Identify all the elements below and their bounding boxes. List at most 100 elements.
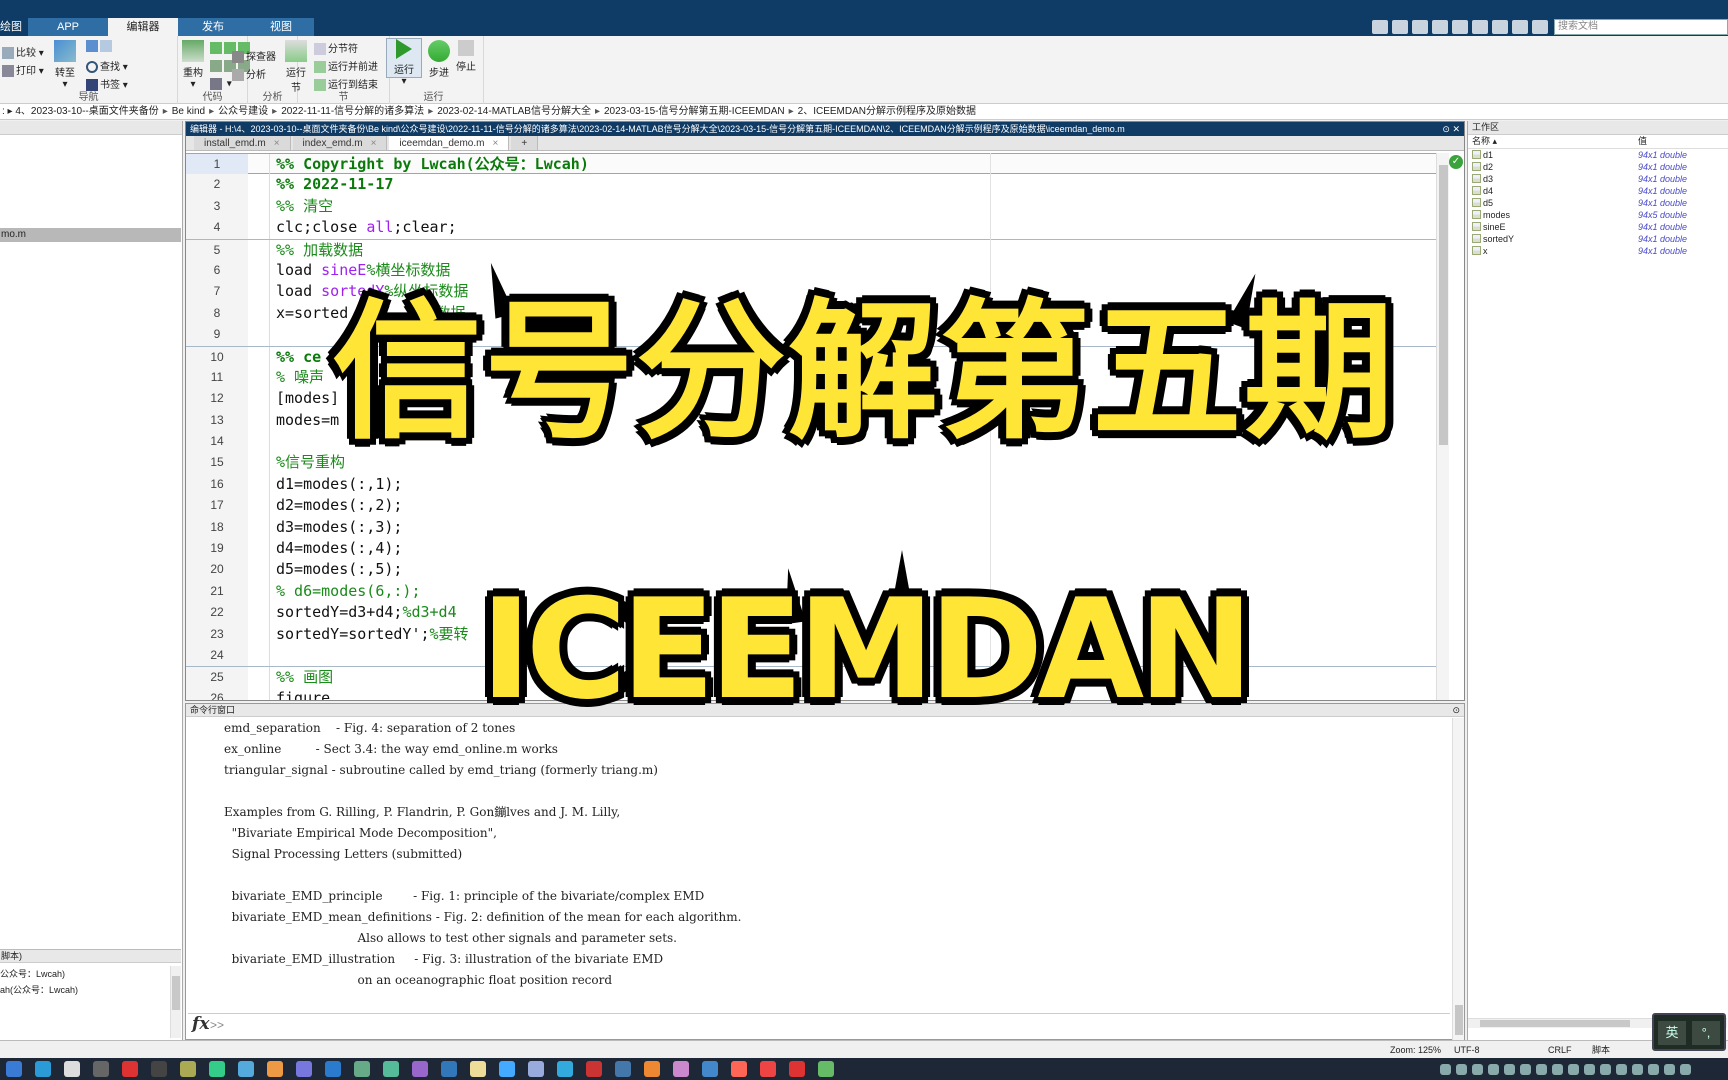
- taskbar-app-icon[interactable]: [673, 1061, 689, 1077]
- back-forward-buttons[interactable]: [86, 40, 114, 52]
- close-icon[interactable]: ×: [371, 138, 377, 149]
- switch-windows-icon[interactable]: [1492, 20, 1508, 34]
- breadcrumb-segment[interactable]: 2022-11-11-信号分解的诸多算法: [281, 106, 424, 117]
- taskbar-app-icon[interactable]: [499, 1061, 515, 1077]
- code-line[interactable]: 18 d3=modes(:,3);: [186, 516, 1448, 539]
- details-header[interactable]: 脚本): [0, 949, 181, 963]
- tab-publish[interactable]: 发布: [178, 18, 248, 36]
- code-folding-gutter[interactable]: [248, 174, 270, 196]
- tab-install-emd[interactable]: install_emd.m ×: [194, 136, 291, 150]
- fx-icon[interactable]: fx: [192, 1014, 209, 1034]
- breadcrumb-segment[interactable]: 公众号建设: [218, 106, 268, 117]
- system-tray-icon[interactable]: [1504, 1064, 1515, 1075]
- code-text[interactable]: %% 2022-11-17: [270, 174, 393, 195]
- code-analyzer-ok-icon[interactable]: ✓: [1449, 155, 1463, 169]
- taskbar-app-icon[interactable]: [122, 1061, 138, 1077]
- code-text[interactable]: %% 清空: [270, 196, 333, 217]
- ime-punctuation-toggle[interactable]: °,: [1692, 1021, 1720, 1045]
- system-tray-icon[interactable]: [1520, 1064, 1531, 1075]
- goto-button[interactable]: 转至 ▾: [54, 40, 76, 90]
- system-tray-icon[interactable]: [1536, 1064, 1547, 1075]
- code-folding-gutter[interactable]: [248, 495, 270, 517]
- code-line[interactable]: 5 %% 加载数据: [186, 238, 1448, 261]
- taskbar-app-icon[interactable]: [412, 1061, 428, 1077]
- taskbar-app-icon[interactable]: [557, 1061, 573, 1077]
- run-button[interactable]: 运行 ▾: [386, 38, 422, 87]
- line-number[interactable]: 18: [186, 516, 248, 539]
- taskbar-app-icon[interactable]: [644, 1061, 660, 1077]
- taskbar-app-icon[interactable]: [151, 1061, 167, 1077]
- workspace-variable-row[interactable]: d1 94x1 double: [1468, 149, 1728, 161]
- redo-icon[interactable]: [1472, 20, 1488, 34]
- current-folder-breadcrumb[interactable]: : ▸ 4、2023-03-10--桌面文件夹备份 ▸ Be kind ▸ 公众号建设 ▸…: [0, 104, 1728, 120]
- code-folding-gutter[interactable]: [248, 538, 270, 560]
- line-number[interactable]: 4: [186, 217, 248, 239]
- community-icon[interactable]: [1532, 20, 1548, 34]
- workspace-variable-row[interactable]: modes 94x5 double: [1468, 209, 1728, 221]
- taskbar-app-icon[interactable]: [209, 1061, 225, 1077]
- line-number[interactable]: 16: [186, 473, 248, 496]
- print-button[interactable]: 打印 ▾: [2, 62, 44, 78]
- taskbar-app-icon[interactable]: [586, 1061, 602, 1077]
- column-value[interactable]: 值: [1638, 135, 1647, 148]
- workspace-variable-row[interactable]: d4 94x1 double: [1468, 185, 1728, 197]
- new-tab-button[interactable]: +: [511, 136, 539, 150]
- system-tray-icon[interactable]: [1648, 1064, 1659, 1075]
- system-tray-icon[interactable]: [1680, 1064, 1691, 1075]
- line-number[interactable]: 2: [186, 174, 248, 196]
- system-tray-icon[interactable]: [1488, 1064, 1499, 1075]
- compare-button[interactable]: 比较 ▾: [2, 44, 44, 60]
- profiler-button[interactable]: 探查器: [232, 48, 276, 64]
- tab-apps[interactable]: APP: [28, 18, 108, 36]
- code-folding-gutter[interactable]: [248, 516, 270, 539]
- taskbar-app-icon[interactable]: [325, 1061, 341, 1077]
- taskbar-app-icon[interactable]: [470, 1061, 486, 1077]
- code-line[interactable]: 3 %% 清空: [186, 195, 1448, 218]
- tab-plots[interactable]: 绘图: [0, 18, 28, 36]
- code-line[interactable]: 17 d2=modes(:,2);: [186, 495, 1448, 517]
- command-scrollbar[interactable]: [1452, 718, 1464, 1040]
- tab-iceemdan-demo[interactable]: iceemdan_demo.m ×: [389, 136, 510, 150]
- system-tray-icon[interactable]: [1616, 1064, 1627, 1075]
- editor-window-controls[interactable]: ⊙ ✕: [1442, 122, 1460, 136]
- system-tray-icon[interactable]: [1600, 1064, 1611, 1075]
- system-tray-icon[interactable]: [1440, 1064, 1451, 1075]
- taskbar-app-icon[interactable]: [93, 1061, 109, 1077]
- line-number[interactable]: 19: [186, 538, 248, 560]
- taskbar-app-icon[interactable]: [354, 1061, 370, 1077]
- tab-view[interactable]: 视图: [248, 18, 314, 36]
- section-break-button[interactable]: 分节符: [314, 40, 358, 56]
- taskbar-app-icon[interactable]: [35, 1061, 51, 1077]
- line-number[interactable]: 17: [186, 495, 248, 517]
- system-tray-icon[interactable]: [1584, 1064, 1595, 1075]
- taskbar-app-icon[interactable]: [6, 1061, 22, 1077]
- code-text[interactable]: d2=modes(:,2);: [270, 495, 402, 516]
- line-number[interactable]: 5: [186, 239, 248, 261]
- workspace-variable-row[interactable]: sineE 94x1 double: [1468, 221, 1728, 233]
- line-number[interactable]: 1: [186, 154, 248, 176]
- refactor-button[interactable]: 重构 ▾: [182, 40, 204, 90]
- taskbar-app-icon[interactable]: [760, 1061, 776, 1077]
- run-section-button[interactable]: 运行节: [282, 40, 310, 94]
- workspace-variable-row[interactable]: x 94x1 double: [1468, 245, 1728, 257]
- column-name[interactable]: 名称 ▴: [1472, 135, 1497, 148]
- code-folding-gutter[interactable]: [248, 239, 270, 261]
- paste-icon[interactable]: [1432, 20, 1448, 34]
- ime-language-toggle[interactable]: 英: [1658, 1021, 1686, 1045]
- code-line[interactable]: 16 d1=modes(:,1);: [186, 473, 1448, 496]
- save-icon[interactable]: [1372, 20, 1388, 34]
- code-text[interactable]: load sineE%横坐标数据: [270, 260, 450, 281]
- taskbar-app-icon[interactable]: [702, 1061, 718, 1077]
- code-line[interactable]: 1 %% Copyright by Lwcah(公众号：Lwcah): [186, 153, 1448, 176]
- workspace-variable-row[interactable]: d2 94x1 double: [1468, 161, 1728, 173]
- system-tray-icon[interactable]: [1456, 1064, 1467, 1075]
- system-tray-icon[interactable]: [1568, 1064, 1579, 1075]
- code-text[interactable]: d4=modes(:,4);: [270, 538, 402, 559]
- system-tray-icon[interactable]: [1552, 1064, 1563, 1075]
- workspace-variable-row[interactable]: d3 94x1 double: [1468, 173, 1728, 185]
- cut-icon[interactable]: [1392, 20, 1408, 34]
- code-text[interactable]: %% Copyright by Lwcah(公众号：Lwcah): [270, 154, 589, 175]
- selected-file-item[interactable]: mo.m: [0, 228, 181, 242]
- taskbar-app-icon[interactable]: [238, 1061, 254, 1077]
- taskbar-app-icon[interactable]: [615, 1061, 631, 1077]
